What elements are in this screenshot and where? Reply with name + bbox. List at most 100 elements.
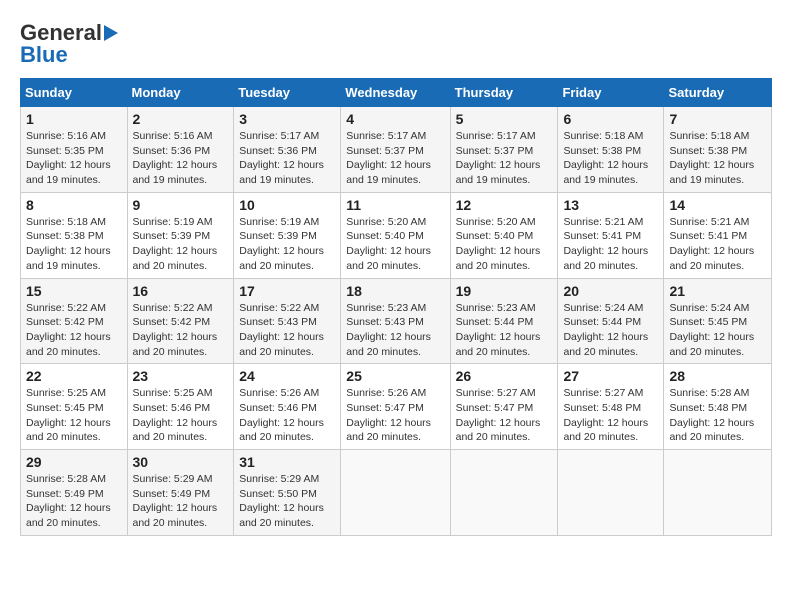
day-number: 12 bbox=[456, 197, 553, 213]
day-info: Sunrise: 5:22 AMSunset: 5:43 PMDaylight:… bbox=[239, 301, 335, 360]
day-header-thursday: Thursday bbox=[450, 79, 558, 107]
day-header-sunday: Sunday bbox=[21, 79, 128, 107]
day-info: Sunrise: 5:17 AMSunset: 5:37 PMDaylight:… bbox=[456, 129, 553, 188]
day-number: 27 bbox=[563, 368, 658, 384]
day-info: Sunrise: 5:21 AMSunset: 5:41 PMDaylight:… bbox=[669, 215, 766, 274]
day-number: 7 bbox=[669, 111, 766, 127]
day-info: Sunrise: 5:24 AMSunset: 5:45 PMDaylight:… bbox=[669, 301, 766, 360]
calendar-cell: 19Sunrise: 5:23 AMSunset: 5:44 PMDayligh… bbox=[450, 278, 558, 364]
day-number: 20 bbox=[563, 283, 658, 299]
calendar-cell: 23 Sunrise: 5:25 AMSunset: 5:46 PMDayligh… bbox=[127, 364, 234, 450]
day-number: 10 bbox=[239, 197, 335, 213]
day-info: Sunrise: 5:25 AMSunset: 5:46 PMDaylight:… bbox=[133, 386, 229, 445]
day-info: Sunrise: 5:29 AMSunset: 5:49 PMDaylight:… bbox=[133, 472, 229, 531]
calendar-cell bbox=[558, 450, 664, 536]
day-number: 30 bbox=[133, 454, 229, 470]
calendar-week-row: 15 Sunrise: 5:22 AMSunset: 5:42 PMDayligh… bbox=[21, 278, 772, 364]
calendar-cell: 3Sunrise: 5:17 AMSunset: 5:36 PMDaylight… bbox=[234, 107, 341, 193]
day-info: Sunrise: 5:29 AMSunset: 5:50 PMDaylight:… bbox=[239, 472, 335, 531]
logo-text-blue: Blue bbox=[20, 42, 68, 68]
calendar-cell: 5 Sunrise: 5:17 AMSunset: 5:37 PMDaylight… bbox=[450, 107, 558, 193]
calendar-cell: 18Sunrise: 5:23 AMSunset: 5:43 PMDayligh… bbox=[341, 278, 450, 364]
day-info: Sunrise: 5:19 AMSunset: 5:39 PMDaylight:… bbox=[239, 215, 335, 274]
calendar-cell: 26 Sunrise: 5:27 AMSunset: 5:47 PMDayligh… bbox=[450, 364, 558, 450]
day-info: Sunrise: 5:18 AMSunset: 5:38 PMDaylight:… bbox=[563, 129, 658, 188]
day-number: 14 bbox=[669, 197, 766, 213]
calendar-cell: 6Sunrise: 5:18 AMSunset: 5:38 PMDaylight… bbox=[558, 107, 664, 193]
calendar-week-row: 1 Sunrise: 5:16 AMSunset: 5:35 PMDaylight… bbox=[21, 107, 772, 193]
calendar-cell: 7 Sunrise: 5:18 AMSunset: 5:38 PMDaylight… bbox=[664, 107, 772, 193]
calendar-cell: 22Sunrise: 5:25 AMSunset: 5:45 PMDayligh… bbox=[21, 364, 128, 450]
day-info: Sunrise: 5:18 AMSunset: 5:38 PMDaylight:… bbox=[26, 215, 122, 274]
day-number: 25 bbox=[346, 368, 444, 384]
calendar-cell: 17 Sunrise: 5:22 AMSunset: 5:43 PMDayligh… bbox=[234, 278, 341, 364]
calendar-cell: 27 Sunrise: 5:27 AMSunset: 5:48 PMDayligh… bbox=[558, 364, 664, 450]
calendar-table: SundayMondayTuesdayWednesdayThursdayFrid… bbox=[20, 78, 772, 536]
calendar-cell: 24 Sunrise: 5:26 AMSunset: 5:46 PMDayligh… bbox=[234, 364, 341, 450]
calendar-cell: 10 Sunrise: 5:19 AMSunset: 5:39 PMDayligh… bbox=[234, 192, 341, 278]
day-info: Sunrise: 5:18 AMSunset: 5:38 PMDaylight:… bbox=[669, 129, 766, 188]
day-info: Sunrise: 5:20 AMSunset: 5:40 PMDaylight:… bbox=[346, 215, 444, 274]
calendar-cell: 30 Sunrise: 5:29 AMSunset: 5:49 PMDayligh… bbox=[127, 450, 234, 536]
calendar-header-row: SundayMondayTuesdayWednesdayThursdayFrid… bbox=[21, 79, 772, 107]
day-info: Sunrise: 5:26 AMSunset: 5:47 PMDaylight:… bbox=[346, 386, 444, 445]
logo-arrow-icon bbox=[104, 25, 118, 41]
day-info: Sunrise: 5:17 AMSunset: 5:37 PMDaylight:… bbox=[346, 129, 444, 188]
day-number: 17 bbox=[239, 283, 335, 299]
calendar-cell: 8Sunrise: 5:18 AMSunset: 5:38 PMDaylight… bbox=[21, 192, 128, 278]
calendar-cell: 21 Sunrise: 5:24 AMSunset: 5:45 PMDayligh… bbox=[664, 278, 772, 364]
day-info: Sunrise: 5:27 AMSunset: 5:47 PMDaylight:… bbox=[456, 386, 553, 445]
day-number: 26 bbox=[456, 368, 553, 384]
day-info: Sunrise: 5:23 AMSunset: 5:44 PMDaylight:… bbox=[456, 301, 553, 360]
day-number: 16 bbox=[133, 283, 229, 299]
day-header-monday: Monday bbox=[127, 79, 234, 107]
calendar-week-row: 8Sunrise: 5:18 AMSunset: 5:38 PMDaylight… bbox=[21, 192, 772, 278]
calendar-cell: 4 Sunrise: 5:17 AMSunset: 5:37 PMDaylight… bbox=[341, 107, 450, 193]
day-number: 2 bbox=[133, 111, 229, 127]
calendar-week-row: 22Sunrise: 5:25 AMSunset: 5:45 PMDayligh… bbox=[21, 364, 772, 450]
day-header-tuesday: Tuesday bbox=[234, 79, 341, 107]
calendar-cell: 14 Sunrise: 5:21 AMSunset: 5:41 PMDayligh… bbox=[664, 192, 772, 278]
calendar-cell: 13Sunrise: 5:21 AMSunset: 5:41 PMDayligh… bbox=[558, 192, 664, 278]
day-info: Sunrise: 5:28 AMSunset: 5:49 PMDaylight:… bbox=[26, 472, 122, 531]
day-info: Sunrise: 5:16 AMSunset: 5:35 PMDaylight:… bbox=[26, 129, 122, 188]
day-header-saturday: Saturday bbox=[664, 79, 772, 107]
day-number: 15 bbox=[26, 283, 122, 299]
logo: General Blue bbox=[20, 20, 118, 68]
day-info: Sunrise: 5:26 AMSunset: 5:46 PMDaylight:… bbox=[239, 386, 335, 445]
calendar-cell: 25 Sunrise: 5:26 AMSunset: 5:47 PMDayligh… bbox=[341, 364, 450, 450]
calendar-cell: 2 Sunrise: 5:16 AMSunset: 5:36 PMDaylight… bbox=[127, 107, 234, 193]
calendar-cell: 20Sunrise: 5:24 AMSunset: 5:44 PMDayligh… bbox=[558, 278, 664, 364]
day-info: Sunrise: 5:22 AMSunset: 5:42 PMDaylight:… bbox=[26, 301, 122, 360]
day-info: Sunrise: 5:16 AMSunset: 5:36 PMDaylight:… bbox=[133, 129, 229, 188]
calendar-cell: 31 Sunrise: 5:29 AMSunset: 5:50 PMDayligh… bbox=[234, 450, 341, 536]
day-number: 13 bbox=[563, 197, 658, 213]
day-number: 1 bbox=[26, 111, 122, 127]
calendar-cell: 9 Sunrise: 5:19 AMSunset: 5:39 PMDaylight… bbox=[127, 192, 234, 278]
calendar-cell: 29 Sunrise: 5:28 AMSunset: 5:49 PMDayligh… bbox=[21, 450, 128, 536]
calendar-week-row: 29 Sunrise: 5:28 AMSunset: 5:49 PMDayligh… bbox=[21, 450, 772, 536]
day-number: 23 bbox=[133, 368, 229, 384]
day-number: 21 bbox=[669, 283, 766, 299]
day-number: 9 bbox=[133, 197, 229, 213]
day-number: 28 bbox=[669, 368, 766, 384]
day-info: Sunrise: 5:20 AMSunset: 5:40 PMDaylight:… bbox=[456, 215, 553, 274]
day-number: 4 bbox=[346, 111, 444, 127]
day-header-friday: Friday bbox=[558, 79, 664, 107]
day-number: 29 bbox=[26, 454, 122, 470]
day-info: Sunrise: 5:25 AMSunset: 5:45 PMDaylight:… bbox=[26, 386, 122, 445]
header: General Blue bbox=[20, 20, 772, 68]
day-info: Sunrise: 5:27 AMSunset: 5:48 PMDaylight:… bbox=[563, 386, 658, 445]
day-number: 31 bbox=[239, 454, 335, 470]
calendar-cell: 28 Sunrise: 5:28 AMSunset: 5:48 PMDayligh… bbox=[664, 364, 772, 450]
day-info: Sunrise: 5:28 AMSunset: 5:48 PMDaylight:… bbox=[669, 386, 766, 445]
calendar-cell: 12 Sunrise: 5:20 AMSunset: 5:40 PMDayligh… bbox=[450, 192, 558, 278]
day-info: Sunrise: 5:17 AMSunset: 5:36 PMDaylight:… bbox=[239, 129, 335, 188]
day-number: 24 bbox=[239, 368, 335, 384]
calendar-cell bbox=[450, 450, 558, 536]
day-info: Sunrise: 5:19 AMSunset: 5:39 PMDaylight:… bbox=[133, 215, 229, 274]
calendar-cell: 16Sunrise: 5:22 AMSunset: 5:42 PMDayligh… bbox=[127, 278, 234, 364]
calendar-cell: 15 Sunrise: 5:22 AMSunset: 5:42 PMDayligh… bbox=[21, 278, 128, 364]
day-number: 5 bbox=[456, 111, 553, 127]
day-number: 11 bbox=[346, 197, 444, 213]
